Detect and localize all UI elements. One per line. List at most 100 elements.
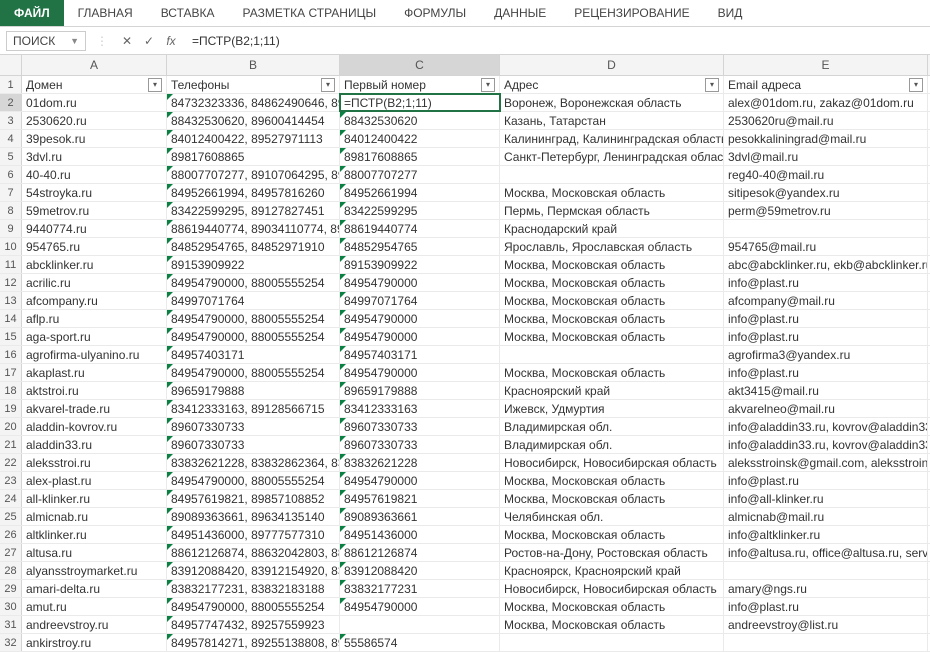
cell[interactable]: Красноярский край (500, 382, 724, 399)
cell[interactable]: 89817608865 (167, 148, 340, 165)
row-header[interactable]: 3 (0, 112, 22, 129)
cell[interactable]: Москва, Московская область (500, 184, 724, 201)
cell[interactable]: 54stroyka.ru (22, 184, 167, 201)
tab-page-layout[interactable]: РАЗМЕТКА СТРАНИЦЫ (229, 0, 391, 26)
cell[interactable] (500, 634, 724, 651)
row-header[interactable]: 10 (0, 238, 22, 255)
col-header-D[interactable]: D (500, 55, 724, 75)
cell[interactable]: 83422599295 (340, 202, 500, 219)
cell[interactable]: all-klinker.ru (22, 490, 167, 507)
cell[interactable]: =ПСТР(B2;1;11) (340, 94, 500, 111)
tab-data[interactable]: ДАННЫЕ (480, 0, 560, 26)
cell[interactable]: Ижевск, Удмуртия (500, 400, 724, 417)
cell[interactable]: afcompany@mail.ru (724, 292, 928, 309)
cell[interactable]: almicnab@mail.ru (724, 508, 928, 525)
cell[interactable]: afcompany.ru (22, 292, 167, 309)
cell[interactable]: 89153909922 (340, 256, 500, 273)
cell[interactable]: Москва, Московская область (500, 472, 724, 489)
cell[interactable] (724, 634, 928, 651)
cell[interactable]: Ростов-на-Дону, Ростовская область (500, 544, 724, 561)
cell[interactable]: 88612126874, 88632042803, 8863 (167, 544, 340, 561)
cell[interactable]: 84951436000 (340, 526, 500, 543)
select-all-corner[interactable] (0, 55, 22, 75)
header-cell-B[interactable]: Телефоны▾ (167, 76, 340, 93)
header-cell-A[interactable]: Домен▾ (22, 76, 167, 93)
cell[interactable]: info@plast.ru (724, 310, 928, 327)
cell[interactable]: 88619440774 (340, 220, 500, 237)
cell[interactable]: Москва, Московская область (500, 616, 724, 633)
tab-view[interactable]: ВИД (704, 0, 757, 26)
cell[interactable]: Москва, Московская область (500, 364, 724, 381)
cell[interactable]: 59metrov.ru (22, 202, 167, 219)
cell[interactable]: 88619440774, 89034110774, 8918 (167, 220, 340, 237)
cell[interactable]: Санкт-Петербург, Ленинградская область (500, 148, 724, 165)
col-header-A[interactable]: A (22, 55, 167, 75)
cell[interactable]: aleksstroinsk@gmail.com, aleksstroins (724, 454, 928, 471)
cell[interactable]: altklinker.ru (22, 526, 167, 543)
cell[interactable]: 9440774.ru (22, 220, 167, 237)
cell[interactable]: 84852954765, 84852971910 (167, 238, 340, 255)
cell[interactable]: aflp.ru (22, 310, 167, 327)
confirm-icon[interactable]: ✓ (140, 34, 158, 48)
cell[interactable]: aga-sport.ru (22, 328, 167, 345)
cell[interactable]: 3dvl@mail.ru (724, 148, 928, 165)
cell[interactable]: aleksstroi.ru (22, 454, 167, 471)
cell[interactable]: 84852954765 (340, 238, 500, 255)
cell[interactable]: altusa.ru (22, 544, 167, 561)
cell[interactable]: info@altklinker.ru (724, 526, 928, 543)
cell[interactable]: 89089363661 (340, 508, 500, 525)
row-header[interactable]: 6 (0, 166, 22, 183)
cell[interactable]: aladdin33.ru (22, 436, 167, 453)
cell[interactable]: 84954790000, 88005555254 (167, 274, 340, 291)
cell[interactable]: 88432530620, 89600414454 (167, 112, 340, 129)
cell[interactable]: amari-delta.ru (22, 580, 167, 597)
name-box[interactable]: ПОИСК ▼ (6, 31, 86, 51)
cell[interactable]: 84957619821 (340, 490, 500, 507)
row-header[interactable]: 7 (0, 184, 22, 201)
tab-home[interactable]: ГЛАВНАЯ (64, 0, 147, 26)
row-header[interactable]: 31 (0, 616, 22, 633)
cell[interactable]: Владимирская обл. (500, 436, 724, 453)
cell[interactable]: 84957403171 (340, 346, 500, 363)
cell[interactable]: 83832177231, 83832183188 (167, 580, 340, 597)
cell[interactable]: Новосибирск, Новосибирская область (500, 454, 724, 471)
cell[interactable]: Москва, Московская область (500, 292, 724, 309)
row-header[interactable]: 23 (0, 472, 22, 489)
cell[interactable]: Москва, Московская область (500, 526, 724, 543)
cell[interactable]: 84954790000, 88005555254 (167, 598, 340, 615)
row-header[interactable]: 25 (0, 508, 22, 525)
cell[interactable]: Краснодарский край (500, 220, 724, 237)
cell[interactable]: 84954790000 (340, 274, 500, 291)
cell[interactable]: 84951436000, 89777577310 (167, 526, 340, 543)
row-header[interactable]: 16 (0, 346, 22, 363)
cell[interactable]: akvarelneo@mail.ru (724, 400, 928, 417)
cell[interactable]: 84012400422 (340, 130, 500, 147)
col-header-B[interactable]: B (167, 55, 340, 75)
cell[interactable]: info@plast.ru (724, 274, 928, 291)
row-header[interactable]: 17 (0, 364, 22, 381)
filter-button[interactable]: ▾ (148, 78, 162, 92)
cell[interactable]: 89153909922 (167, 256, 340, 273)
cell[interactable]: 954765.ru (22, 238, 167, 255)
filter-button[interactable]: ▾ (321, 78, 335, 92)
tab-insert[interactable]: ВСТАВКА (147, 0, 229, 26)
row-header[interactable]: 22 (0, 454, 22, 471)
header-cell-C[interactable]: Первый номер▾ (340, 76, 500, 93)
cell[interactable]: Москва, Московская область (500, 598, 724, 615)
cell[interactable]: 89659179888 (167, 382, 340, 399)
header-cell-E[interactable]: Email адреса▾ (724, 76, 928, 93)
cell[interactable]: Калининград, Калининградская область (500, 130, 724, 147)
row-header[interactable]: 8 (0, 202, 22, 219)
cell[interactable]: 3dvl.ru (22, 148, 167, 165)
cell[interactable]: akvarel-trade.ru (22, 400, 167, 417)
cell[interactable]: 84997071764 (167, 292, 340, 309)
cell[interactable]: acrilic.ru (22, 274, 167, 291)
cell[interactable]: abc@abcklinker.ru, ekb@abcklinker.ru (724, 256, 928, 273)
row-header[interactable]: 2 (0, 94, 22, 111)
filter-button[interactable]: ▾ (481, 78, 495, 92)
cell[interactable]: 84957814271, 89255138808, 8926 (167, 634, 340, 651)
cell[interactable]: 89607330733 (167, 418, 340, 435)
cell[interactable]: 39pesok.ru (22, 130, 167, 147)
cell[interactable]: info@altusa.ru, office@altusa.ru, servi (724, 544, 928, 561)
cell[interactable]: Владимирская обл. (500, 418, 724, 435)
